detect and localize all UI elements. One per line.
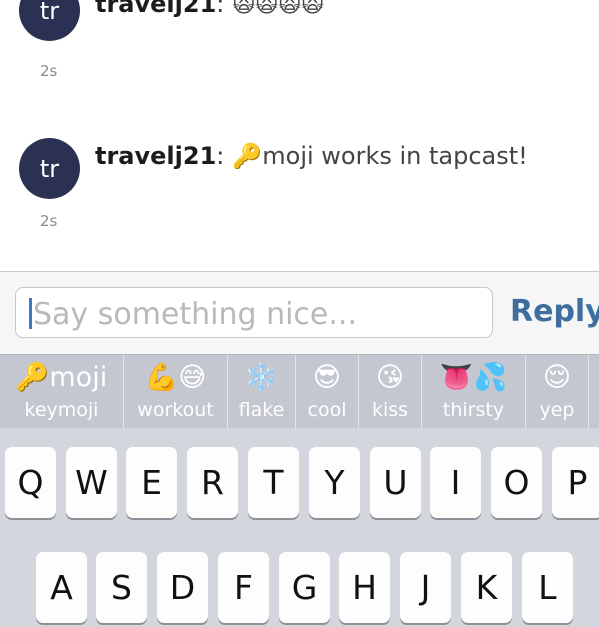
key-d[interactable]: D (157, 552, 208, 623)
message-colon: : (216, 0, 225, 18)
key-r[interactable]: R (187, 447, 238, 518)
snowflake-icon: ❄️ (244, 362, 279, 393)
key-w[interactable]: W (66, 447, 117, 518)
suggestion-workout[interactable]: 💪😅 workout (124, 355, 228, 429)
suggestion-label: yep (539, 399, 575, 421)
suggestion-label: keymoji (24, 399, 99, 421)
key-i[interactable]: I (430, 447, 481, 518)
emoji-suggestion-bar: 🔑moji keymoji 💪😅 workout ❄️ flake 😎 cool… (0, 354, 599, 429)
message-text: travelj21: 🔑moji works in tapcast! (95, 142, 528, 170)
key-q[interactable]: Q (5, 447, 56, 518)
message-body: 🙀🙀🙀🙀 (232, 0, 325, 18)
keyboard: Q W E R T Y U I O P A S D F G H J K L (0, 428, 599, 627)
key-icon: 🔑moji (15, 362, 108, 393)
key-t[interactable]: T (248, 447, 299, 518)
suggestion-label: flake (238, 399, 285, 421)
key-a[interactable]: A (36, 552, 87, 623)
message-timestamp: 2s (40, 62, 58, 80)
key-s[interactable]: S (96, 552, 147, 623)
avatar-initials: tr (39, 154, 60, 183)
avatar[interactable]: tr (19, 138, 80, 199)
key-u[interactable]: U (370, 447, 421, 518)
message-input[interactable]: Say something nice... (15, 287, 493, 338)
key-j[interactable]: J (400, 552, 451, 623)
key-g[interactable]: G (279, 552, 330, 623)
message-body: 🔑moji works in tapcast! (232, 142, 528, 170)
message-feed[interactable]: tr travelj21: 🙀🙀🙀🙀 2s tr travelj21: 🔑moji … (0, 0, 599, 272)
message-input-placeholder: Say something nice... (33, 297, 357, 332)
key-y[interactable]: Y (309, 447, 360, 518)
key-e[interactable]: E (126, 447, 177, 518)
suggestion-label: workout (137, 399, 214, 421)
sunglasses-face-icon: 😎 (312, 362, 342, 393)
kissing-face-icon: 😘 (375, 362, 405, 393)
text-caret (29, 298, 32, 329)
suggestion-cool[interactable]: 😎 cool (296, 355, 359, 429)
message-colon: : (216, 142, 225, 170)
tongue-droplets-icon: 👅💦 (439, 362, 508, 393)
suggestion-flake[interactable]: ❄️ flake (228, 355, 296, 429)
suggestion-keymoji[interactable]: 🔑moji keymoji (0, 355, 124, 429)
message-username[interactable]: travelj21 (95, 0, 216, 18)
message-text: travelj21: 🙀🙀🙀🙀 (95, 0, 324, 18)
compose-bar: Say something nice... Reply (0, 272, 599, 354)
suggestion-thirsty[interactable]: 👅💦 thirsty (422, 355, 526, 429)
key-l[interactable]: L (522, 552, 573, 623)
message-timestamp: 2s (40, 212, 58, 230)
key-k[interactable]: K (461, 552, 512, 623)
key-o[interactable]: O (491, 447, 542, 518)
avatar[interactable]: tr (19, 0, 80, 41)
suggestion-label: thirsty (442, 399, 505, 421)
avatar-initials: tr (39, 0, 60, 25)
relieved-face-icon: 😌 (542, 362, 572, 393)
key-p[interactable]: P (552, 447, 599, 518)
key-f[interactable]: F (218, 552, 269, 623)
suggestion-label: kiss (371, 399, 409, 421)
suggestion-kiss[interactable]: 😘 kiss (359, 355, 422, 429)
key-h[interactable]: H (339, 552, 390, 623)
reply-button[interactable]: Reply (510, 294, 599, 329)
flexed-biceps-icon: 💪😅 (144, 362, 207, 393)
message-username[interactable]: travelj21 (95, 142, 216, 170)
suggestion-label: cool (307, 399, 347, 421)
suggestion-yep[interactable]: 😌 yep (526, 355, 589, 429)
